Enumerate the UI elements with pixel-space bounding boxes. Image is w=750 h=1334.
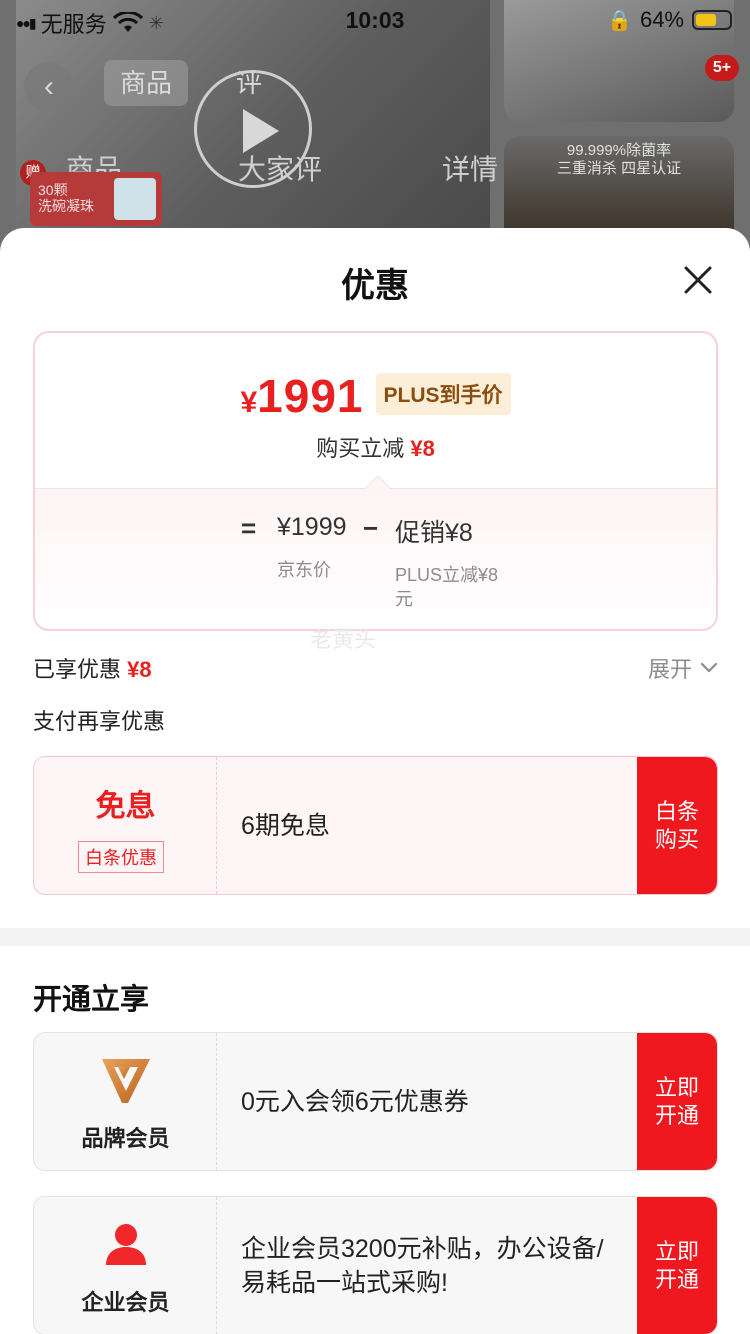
price-summary: ¥1991 PLUS到手价 购买立减 ¥8: [35, 333, 716, 488]
battery-percent: 64%: [639, 7, 684, 32]
thumbnail-count-badge: 5+: [705, 55, 739, 81]
instant-discount-label: 购买立减: [316, 436, 405, 461]
expand-label[interactable]: 展开: [648, 652, 692, 684]
status-right: 🔒 64%: [607, 7, 732, 33]
equals-sign: =: [241, 513, 257, 543]
status-bar: ●●▮ 无服务 ✳ 10:03 🔒 64%: [0, 0, 750, 40]
baitiao-tag: 白条优惠: [78, 841, 164, 873]
person-icon: [106, 1224, 146, 1265]
brand-member-name: 品牌会员: [81, 1126, 170, 1151]
base-price-label: 京东价: [277, 560, 331, 580]
baitiao-buy-button[interactable]: 白条购买: [637, 757, 717, 894]
tab-details[interactable]: 详情: [442, 148, 498, 188]
orientation-lock-icon: 🔒: [607, 9, 632, 32]
brand-v-icon: [102, 1059, 150, 1103]
instant-discount-line: 购买立减 ¥8: [35, 431, 716, 463]
promo-block: 促销¥8 PLUS立减¥8元: [395, 513, 505, 611]
watermark: 老黄头: [310, 627, 377, 652]
baitiao-coupon-left: 免息 白条优惠: [34, 757, 217, 894]
enterprise-member-name: 企业会员: [81, 1290, 170, 1315]
interest-free-title: 免息: [95, 790, 156, 823]
enterprise-member-description: 企业会员3200元补贴，办公设备/易耗品一站式采购!: [241, 1234, 604, 1297]
baitiao-coupon[interactable]: 免息 白条优惠 6期免息 白条购买: [33, 756, 718, 895]
baitiao-description: 6期免息: [241, 811, 330, 840]
gift-promo-card: 30颗 洗碗凝珠: [30, 172, 162, 226]
discount-sheet: 优惠 ¥1991 PLUS到手价 购买立减 ¥8 = ¥1999 京东价 − 促销…: [0, 228, 750, 1334]
brand-member-card[interactable]: 品牌会员 0元入会领6元优惠券 立即开通: [33, 1032, 718, 1171]
sheet-title: 优惠: [341, 267, 409, 305]
base-price-block: ¥1999 京东价: [277, 513, 347, 582]
base-price-value: ¥1999: [277, 513, 347, 541]
brand-member-left: 品牌会员: [34, 1033, 217, 1170]
pay-section-label: 支付再享优惠: [33, 709, 166, 734]
open-membership-title: 开通立享: [33, 984, 150, 1016]
enterprise-member-card[interactable]: 企业会员 企业会员3200元补贴，办公设备/易耗品一站式采购! 立即开通: [33, 1196, 718, 1334]
battery-icon: [692, 10, 732, 30]
price-breakdown-card: ¥1991 PLUS到手价 购买立减 ¥8 = ¥1999 京东价 − 促销¥8 …: [33, 331, 718, 631]
section-divider: [0, 928, 750, 946]
thumbnail-caption-2: 三重消杀 四星认证: [556, 160, 682, 177]
saved-label: 已享优惠: [33, 657, 122, 682]
saved-value: ¥8: [127, 657, 152, 682]
promo-label: PLUS立减¥8元: [395, 565, 499, 609]
final-price-line: ¥1991 PLUS到手价: [35, 369, 716, 423]
expand-toggle[interactable]: 展开: [648, 652, 718, 684]
thumbnail-caption-1: 99.999%除菌率: [566, 142, 672, 159]
saved-discount-row: 已享优惠 ¥8 展开: [33, 652, 718, 686]
enterprise-member-open-button[interactable]: 立即开通: [637, 1197, 717, 1334]
instant-discount-value: ¥8: [410, 436, 435, 461]
final-price: 1991: [257, 370, 364, 422]
brand-member-open-button[interactable]: 立即开通: [637, 1033, 717, 1170]
promo-value: 促销¥8: [395, 519, 473, 547]
plus-price-tag: PLUS到手价: [375, 373, 511, 415]
close-icon[interactable]: [676, 258, 720, 302]
gift-product-image: [114, 178, 156, 220]
back-button[interactable]: ‹: [24, 62, 74, 112]
brand-member-description: 0元入会领6元优惠券: [241, 1087, 469, 1116]
enterprise-member-left: 企业会员: [34, 1197, 217, 1334]
minus-sign: −: [363, 513, 379, 543]
chevron-down-icon[interactable]: [700, 662, 718, 674]
price-formula: = ¥1999 京东价 − 促销¥8 PLUS立减¥8元: [35, 488, 716, 629]
top-tab-product[interactable]: 商品: [104, 60, 189, 106]
currency-symbol: ¥: [240, 386, 258, 419]
tab-reviews[interactable]: 大家评: [238, 148, 322, 188]
